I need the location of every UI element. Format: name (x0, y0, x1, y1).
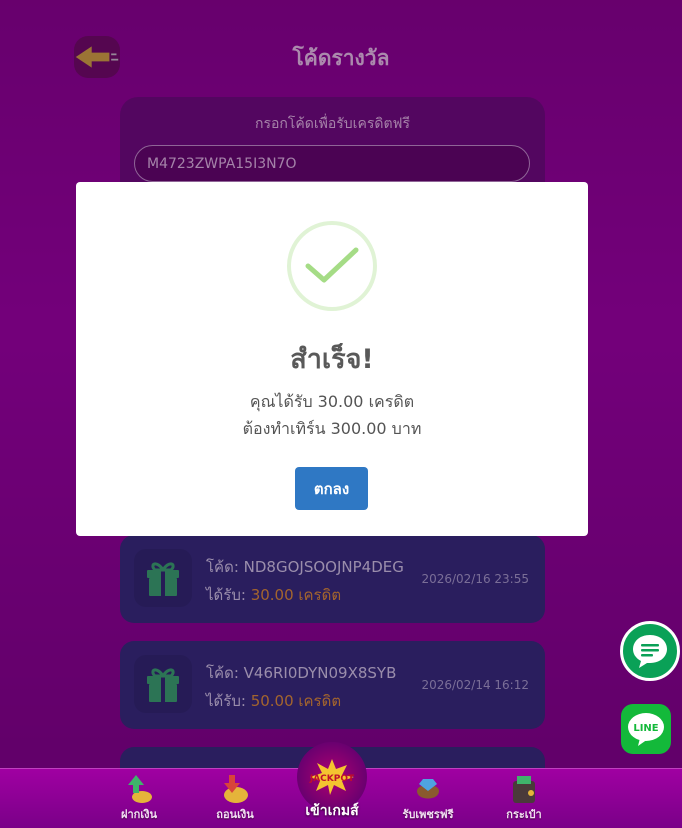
line-button[interactable]: LINE (621, 704, 671, 754)
nav-play-label[interactable]: เข้าเกมส์ (292, 800, 372, 822)
nav-free-gems-label: รับเพชรฟรี (402, 808, 454, 821)
dialog-credit-text: คุณได้รับ 30.00 เครดิต (249, 392, 415, 411)
nav-free-gems[interactable]: รับเพชรฟรี (388, 773, 468, 827)
wallet-icon (513, 776, 535, 803)
success-dialog: สำเร็จ! คุณได้รับ 30.00 เครดิต ต้องทำเทิ… (76, 182, 588, 536)
chat-icon (633, 635, 667, 668)
nav-deposit-label: ฝากเงิน (121, 808, 157, 821)
dialog-turnover-text: ต้องทำเทิร์น 300.00 บาท (242, 419, 422, 438)
ok-button[interactable]: ตกลง (295, 467, 368, 510)
gem-bag-icon (417, 779, 439, 799)
success-check-icon (287, 221, 377, 311)
chat-button[interactable] (620, 621, 680, 681)
nav-withdraw[interactable]: ถอนเงิน (195, 773, 275, 827)
dialog-title: สำเร็จ! (290, 344, 374, 375)
withdraw-icon (224, 775, 248, 803)
line-icon-label: LINE (633, 723, 658, 734)
nav-wallet[interactable]: กระเป๋า (484, 773, 564, 827)
nav-withdraw-label: ถอนเงิน (216, 808, 254, 821)
deposit-icon (128, 775, 152, 803)
nav-wallet-label: กระเป๋า (506, 808, 542, 821)
line-icon: LINE (628, 713, 664, 746)
jackpot-badge-text: JACKPOT (309, 774, 355, 784)
nav-deposit[interactable]: ฝากเงิน (99, 773, 179, 827)
jackpot-icon: JACKPOT (309, 759, 355, 795)
